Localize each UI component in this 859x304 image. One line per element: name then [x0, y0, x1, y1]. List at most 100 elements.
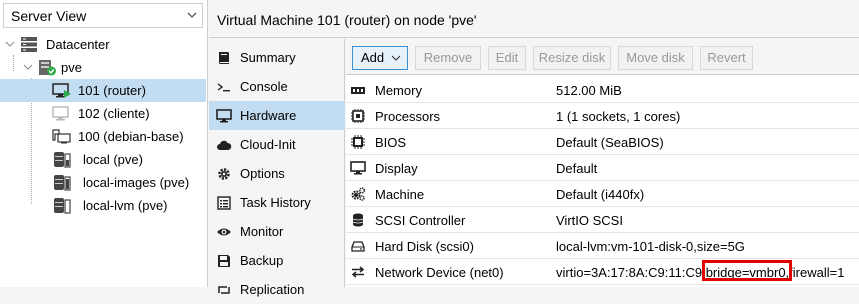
storage-icon [54, 152, 71, 168]
chevron-down-icon [187, 12, 197, 18]
exchange-icon [351, 266, 365, 278]
main-panel: Virtual Machine 101 (router) on node 'pv… [209, 0, 859, 297]
hardware-key: BIOS [375, 135, 407, 150]
cpu-icon [351, 109, 365, 123]
hardware-row-processors[interactable]: Processors 1 (1 sockets, 1 cores) [346, 103, 859, 129]
cogs-icon [351, 187, 366, 201]
nav-item-replication[interactable]: Replication [209, 275, 345, 304]
chevron-down-icon [391, 55, 401, 61]
hardware-value: VirtIO SCSI [556, 213, 623, 228]
resize-disk-button-label: Resize disk [538, 50, 606, 65]
hardware-key: Display [375, 161, 418, 176]
nav-item-label: Options [240, 166, 285, 181]
hardware-toolbar: Add Remove Edit Resize disk Move disk Re… [346, 39, 859, 75]
nav-item-monitor[interactable]: Monitor [209, 217, 345, 246]
add-button[interactable]: Add [352, 46, 408, 70]
hardware-key: Processors [375, 109, 441, 124]
eye-icon [217, 228, 231, 236]
nav-item-cloud-init[interactable]: Cloud-Init [209, 130, 345, 159]
hardware-row-network-device[interactable]: Network Device (net0) virtio=3A:17:8A:C9… [346, 259, 859, 285]
tree-item-node[interactable]: pve [0, 56, 206, 79]
tree-item-storage-local-lvm[interactable]: local-lvm (pve) [0, 194, 206, 217]
nav-item-console[interactable]: Console [209, 72, 345, 101]
book-icon [219, 52, 229, 64]
nav-item-backup[interactable]: Backup [209, 246, 345, 275]
nav-item-task-history[interactable]: Task History [209, 188, 345, 217]
resource-tree-panel: Server View Datacenter pve 101 (router) … [0, 0, 208, 287]
desktop-icon [350, 161, 366, 175]
hardware-row-bios[interactable]: BIOS Default (SeaBIOS) [346, 129, 859, 155]
hardware-key: Network Device (net0) [375, 265, 504, 280]
hardware-row-hard-disk[interactable]: Hard Disk (scsi0) local-lvm:vm-101-disk-… [346, 233, 859, 259]
tree-item-storage-local[interactable]: local (pve) [0, 148, 206, 171]
floppy-icon [218, 255, 230, 267]
nav-item-options[interactable]: Options [209, 159, 345, 188]
template-icon [52, 129, 71, 144]
hardware-row-machine[interactable]: Machine Default (i440fx) [346, 181, 859, 207]
nav-item-label: Hardware [240, 108, 297, 123]
move-disk-button[interactable]: Move disk [618, 46, 693, 70]
nav-item-label: Summary [240, 50, 296, 65]
hardware-value: 1 (1 sockets, 1 cores) [556, 109, 681, 124]
server-rack-icon [21, 37, 37, 52]
tree-item-label: local-lvm (pve) [83, 198, 168, 213]
nav-item-label: Monitor [240, 224, 284, 239]
view-selector-value: Server View [11, 8, 87, 24]
tree-item-storage-local-images[interactable]: local-images (pve) [0, 171, 206, 194]
database-icon [352, 213, 364, 227]
panel-header: Virtual Machine 101 (router) on node 'pv… [209, 0, 859, 38]
storage-icon [54, 198, 71, 214]
add-button-label: Add [361, 50, 385, 65]
resize-disk-button[interactable]: Resize disk [533, 46, 611, 70]
revert-button-label: Revert [707, 50, 746, 65]
cloud-icon [217, 140, 232, 150]
retweet-icon [218, 286, 230, 294]
tree-item-label: Datacenter [46, 37, 110, 52]
tree-item-label: 101 (router) [78, 83, 146, 98]
hardware-key: Hard Disk (scsi0) [375, 239, 474, 254]
collapse-icon[interactable] [5, 39, 15, 49]
tree-item-label: 102 (cliente) [78, 106, 150, 121]
collapse-icon[interactable] [23, 62, 33, 72]
edit-button[interactable]: Edit [488, 46, 526, 70]
memory-icon [351, 87, 365, 94]
nav-item-hardware[interactable]: Hardware [209, 101, 345, 130]
vm-stopped-icon [52, 106, 69, 121]
hardware-row-display[interactable]: Display Default [346, 155, 859, 181]
hardware-value: virtio=3A:17:8A:C9:11:C9,bridge=vmbr0,fi… [556, 265, 845, 280]
tree-item-label: pve [61, 60, 82, 75]
tree-item-label: 100 (debian-base) [78, 129, 184, 144]
hdd-icon [351, 241, 365, 252]
vm-config-nav: Summary Console Hardware Cloud-Init Opti… [209, 39, 345, 297]
hardware-value: Default (SeaBIOS) [556, 135, 664, 150]
tree-item-vm-101[interactable]: 101 (router) [0, 79, 206, 102]
list-icon [217, 196, 231, 210]
tree-item-label: local (pve) [83, 152, 143, 167]
hardware-value: local-lvm:vm-101-disk-0,size=5G [556, 239, 745, 254]
page-title: Virtual Machine 101 (router) on node 'pv… [217, 12, 477, 28]
view-selector[interactable]: Server View [3, 3, 203, 28]
hardware-value: Default [556, 161, 598, 176]
hardware-row-memory[interactable]: Memory 512.00 MiB [346, 77, 859, 103]
nav-item-summary[interactable]: Summary [209, 43, 345, 72]
hardware-row-scsi-controller[interactable]: SCSI Controller VirtIO SCSI [346, 207, 859, 233]
revert-button[interactable]: Revert [700, 46, 753, 70]
remove-button-label: Remove [423, 50, 473, 65]
edit-button-label: Edit [495, 50, 519, 65]
tree-item-vm-100-template[interactable]: 100 (debian-base) [0, 125, 206, 148]
gear-icon [218, 168, 230, 180]
hardware-value: Default (i440fx) [556, 187, 645, 202]
hardware-value: 512.00 MiB [556, 83, 622, 98]
move-disk-button-label: Move disk [626, 50, 685, 65]
nav-item-label: Cloud-Init [240, 137, 296, 152]
vm-running-icon [52, 83, 71, 98]
remove-button[interactable]: Remove [415, 46, 481, 70]
storage-icon [54, 175, 71, 191]
nav-item-label: Task History [240, 195, 311, 210]
nav-item-label: Console [240, 79, 288, 94]
tree-item-vm-102[interactable]: 102 (cliente) [0, 102, 206, 125]
chip-icon [351, 135, 365, 149]
tree-item-datacenter[interactable]: Datacenter [0, 33, 206, 56]
nav-item-label: Backup [240, 253, 284, 268]
nav-item-label: Replication [240, 282, 305, 297]
